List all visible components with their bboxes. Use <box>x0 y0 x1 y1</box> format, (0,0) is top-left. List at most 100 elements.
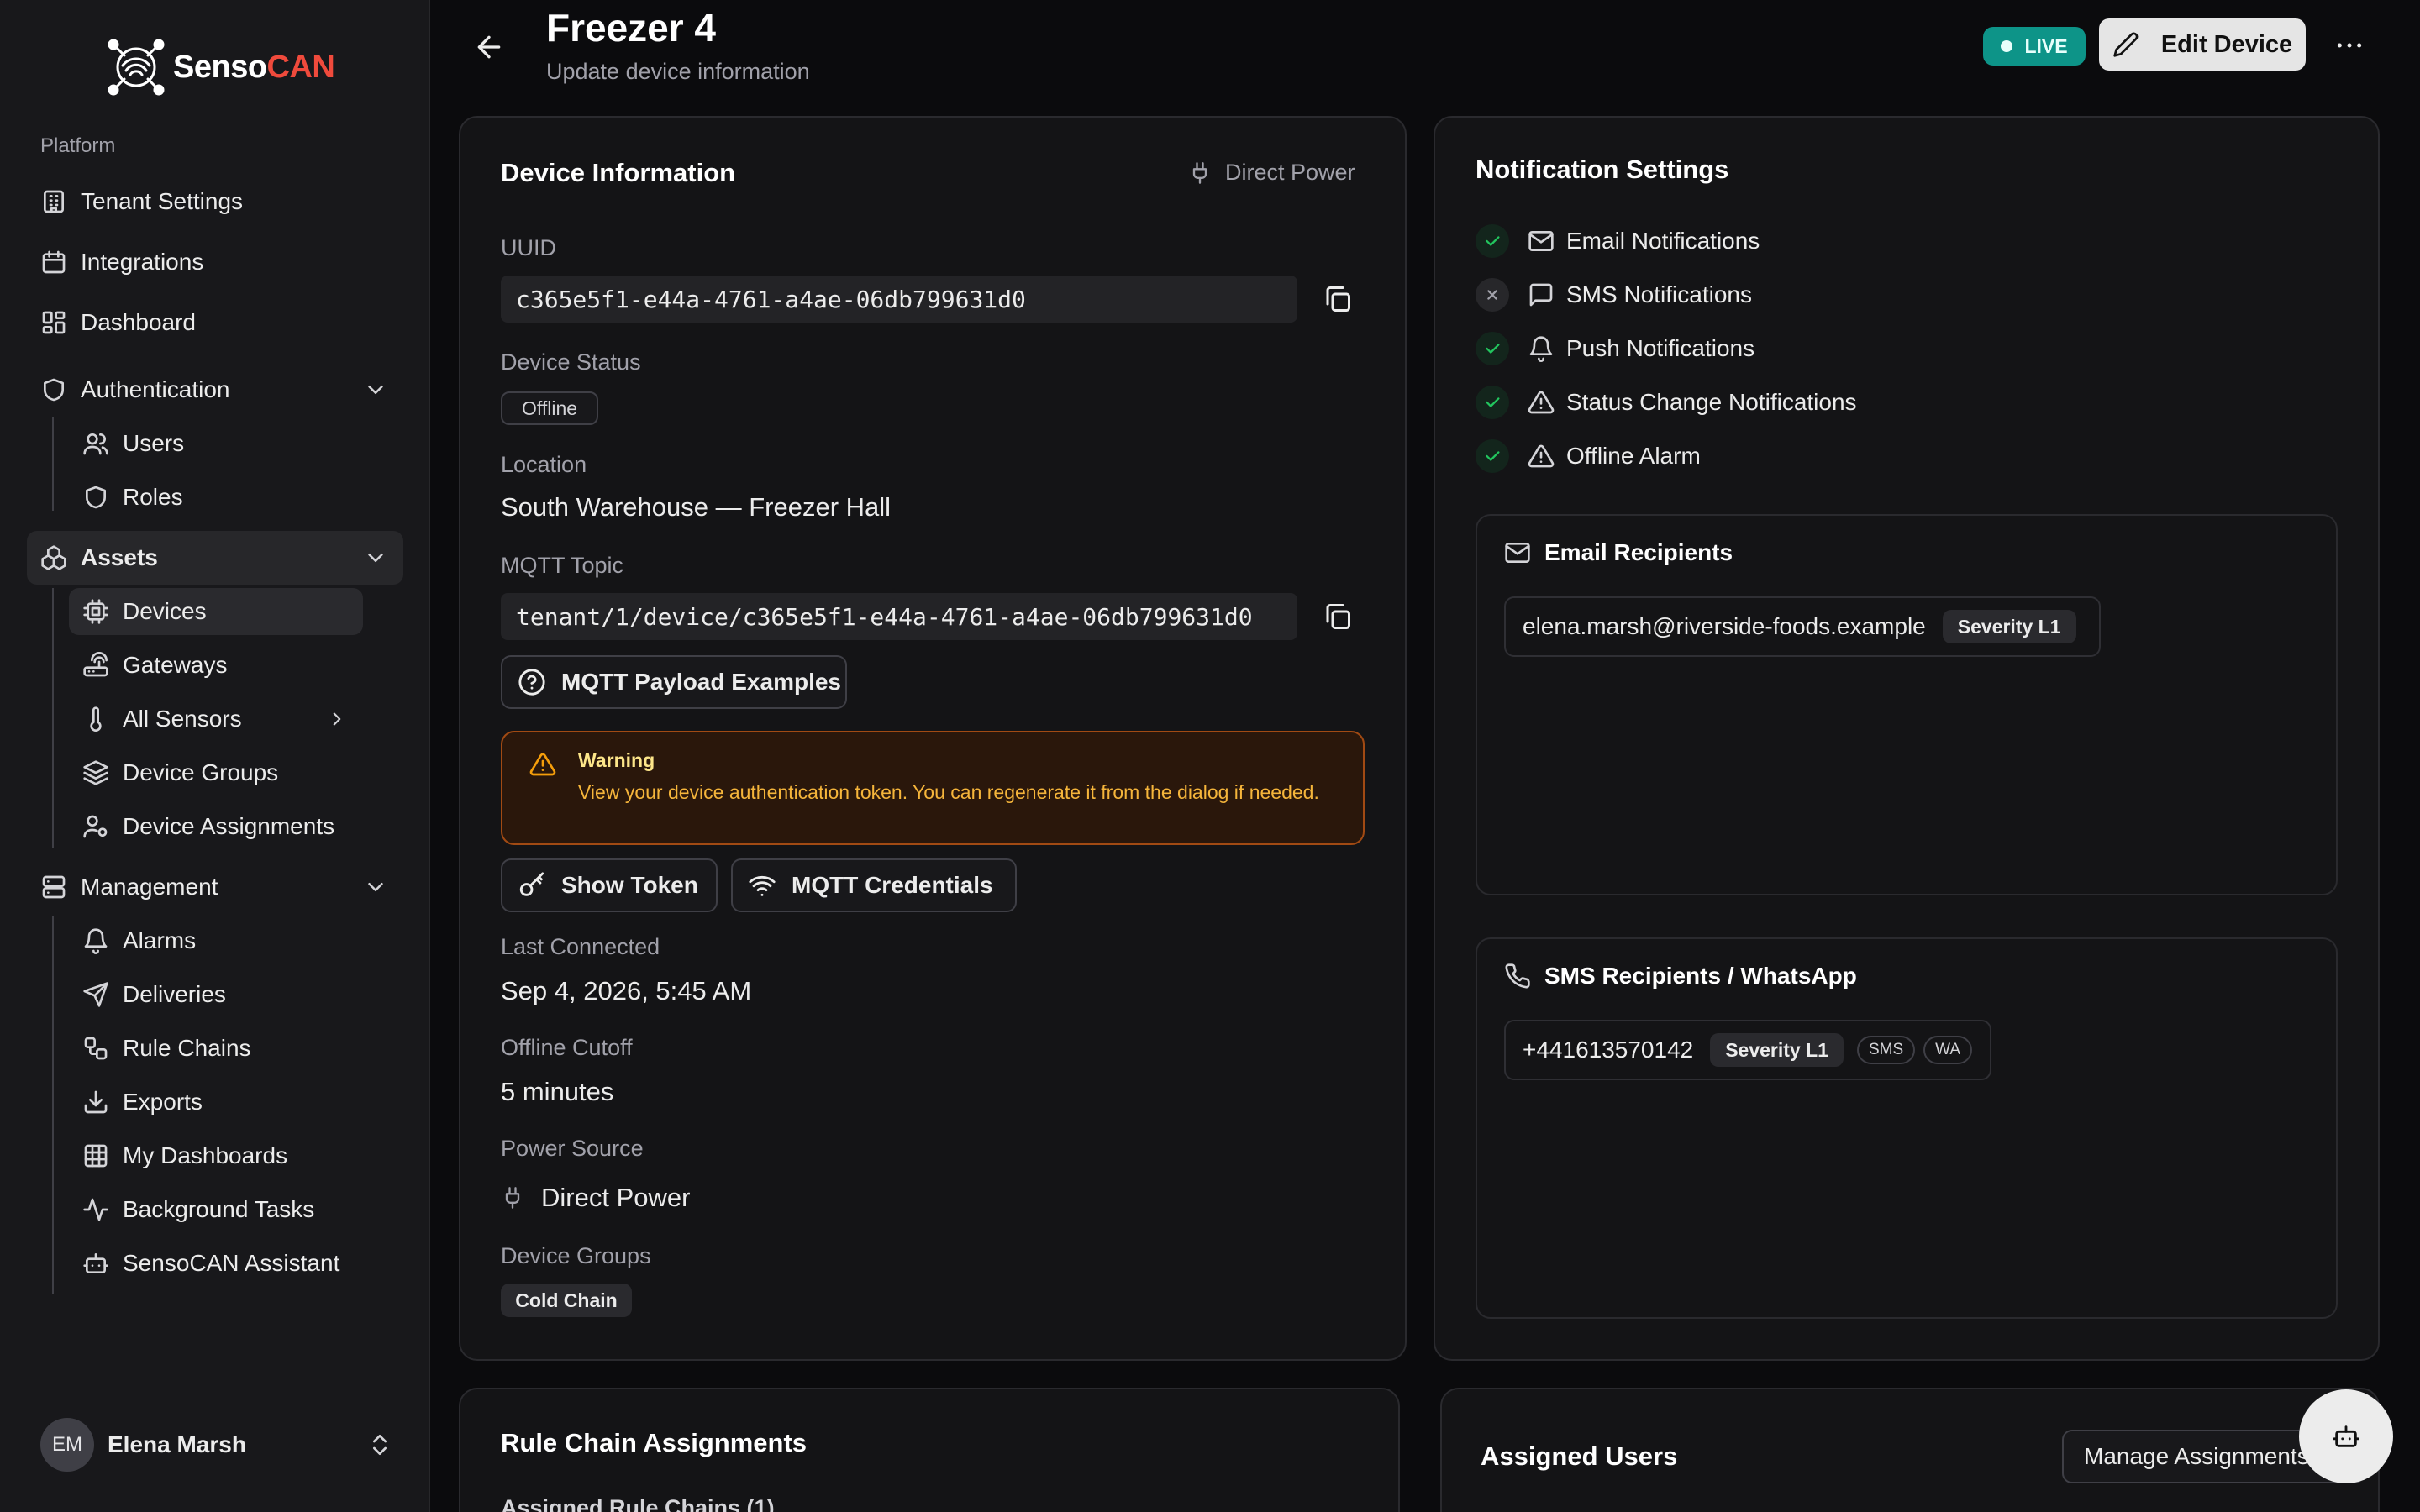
sidebar-item-users[interactable]: Users <box>69 420 363 467</box>
sidebar-item-background-tasks[interactable]: Background Tasks <box>69 1186 363 1233</box>
avatar: EM <box>40 1418 94 1472</box>
sidebar-item-assets[interactable]: Assets <box>27 531 403 585</box>
severity-badge: Severity L1 <box>1942 610 2076 643</box>
email-recipient-chip[interactable]: elena.marsh@riverside-foods.example Seve… <box>1504 596 2101 657</box>
user-menu[interactable]: EM Elena Marsh <box>40 1418 393 1472</box>
notification-settings-title: Notification Settings <box>1476 155 1729 184</box>
download-icon <box>82 1089 109 1116</box>
live-status-badge: LIVE <box>1983 27 2086 66</box>
notification-status-change[interactable]: Status Change Notifications <box>1476 383 1857 422</box>
tree-line <box>52 588 54 848</box>
sms-recipients-header: SMS Recipients / WhatsApp <box>1504 963 1857 990</box>
sidebar-item-label: Rule Chains <box>123 1035 251 1061</box>
copy-mqtt-topic-icon[interactable] <box>1323 601 1353 632</box>
show-token-label: Show Token <box>561 872 698 898</box>
notification-sms[interactable]: SMS Notifications <box>1476 276 1752 314</box>
mqtt-credentials-button[interactable]: MQTT Credentials <box>731 858 1017 912</box>
tree-line <box>52 417 54 511</box>
sidebar-item-all-sensors[interactable]: All Sensors <box>69 696 363 743</box>
sidebar-item-authentication[interactable]: Authentication <box>27 366 403 413</box>
notification-offline-alarm[interactable]: Offline Alarm <box>1476 437 1701 475</box>
mail-icon <box>1504 539 1531 566</box>
sidebar-item-exports[interactable]: Exports <box>69 1079 363 1126</box>
device-status-badge: Offline <box>501 391 598 425</box>
sidebar-item-my-dashboards[interactable]: My Dashboards <box>69 1132 363 1179</box>
sidebar-item-tenant-settings[interactable]: Tenant Settings <box>27 178 403 225</box>
mqtt-payload-examples-button[interactable]: MQTT Payload Examples <box>501 655 847 709</box>
sidebar: SensoCAN Platform Tenant Settings Integr… <box>0 0 430 1512</box>
sidebar-item-device-assignments[interactable]: Device Assignments <box>69 803 363 850</box>
sidebar-item-label: Dashboard <box>81 309 196 335</box>
cpu-icon <box>82 598 109 625</box>
device-group-badge: Cold Chain <box>501 1284 632 1317</box>
notification-label: SMS Notifications <box>1566 281 1752 307</box>
chevron-right-icon <box>326 708 348 730</box>
sensocan-logo-icon <box>101 32 171 102</box>
user-cog-icon <box>82 813 109 840</box>
sidebar-item-management[interactable]: Management <box>27 864 403 911</box>
last-connected-label: Last Connected <box>501 934 660 959</box>
check-icon <box>1476 439 1509 473</box>
phone-icon <box>1504 963 1531 990</box>
grid-icon <box>82 1142 109 1169</box>
tree-line <box>52 916 54 1294</box>
copy-uuid-icon[interactable] <box>1323 284 1353 314</box>
bot-icon <box>82 1250 109 1277</box>
activity-icon <box>82 1196 109 1223</box>
section-label-platform: Platform <box>40 134 116 157</box>
message-square-icon <box>1528 281 1555 308</box>
alert-triangle-icon <box>1528 443 1555 470</box>
warning-title: Warning <box>578 749 655 771</box>
mqtt-topic-field[interactable]: tenant/1/device/c365e5f1-e44a-4761-a4ae-… <box>501 593 1297 640</box>
help-circle-icon <box>518 668 546 696</box>
building-icon <box>40 188 67 215</box>
notification-email[interactable]: Email Notifications <box>1476 222 1760 260</box>
sidebar-item-integrations[interactable]: Integrations <box>27 239 403 286</box>
more-options-icon[interactable] <box>2333 29 2366 62</box>
show-token-button[interactable]: Show Token <box>501 858 718 912</box>
recipient-phone: +441613570142 <box>1523 1037 1694 1063</box>
power-type-badge: Direct Power <box>1188 160 1355 186</box>
sidebar-item-label: Devices <box>123 598 207 624</box>
mqtt-payload-examples-label: MQTT Payload Examples <box>561 669 841 695</box>
uuid-label: UUID <box>501 235 556 260</box>
x-icon <box>1476 278 1509 312</box>
sidebar-item-label: Integrations <box>81 249 204 275</box>
sidebar-item-alarms[interactable]: Alarms <box>69 917 363 964</box>
page-subtitle: Update device information <box>546 59 810 84</box>
sidebar-item-dashboard[interactable]: Dashboard <box>27 299 403 346</box>
user-name: Elena Marsh <box>108 1431 246 1457</box>
alert-triangle-icon <box>529 751 556 778</box>
sidebar-item-device-groups[interactable]: Device Groups <box>69 749 363 796</box>
sms-recipients-card: SMS Recipients / WhatsApp +441613570142 … <box>1476 937 2338 1319</box>
assistant-fab-button[interactable] <box>2299 1389 2393 1483</box>
assigned-rule-chains-label: Assigned Rule Chains (1) <box>501 1495 775 1512</box>
sidebar-item-label: Assets <box>81 544 158 570</box>
back-arrow-icon[interactable] <box>472 30 506 64</box>
send-icon <box>82 981 109 1008</box>
chevron-down-icon <box>363 545 388 570</box>
sidebar-item-deliveries[interactable]: Deliveries <box>69 971 363 1018</box>
boxes-icon <box>40 544 67 571</box>
power-source-text: Direct Power <box>541 1183 691 1212</box>
device-status-label: Device Status <box>501 349 641 375</box>
sidebar-item-label: Management <box>81 874 218 900</box>
sidebar-item-gateways[interactable]: Gateways <box>69 642 363 689</box>
sidebar-item-rule-chains[interactable]: Rule Chains <box>69 1025 363 1072</box>
sidebar-item-devices[interactable]: Devices <box>69 588 363 635</box>
sidebar-item-label: Deliveries <box>123 981 226 1007</box>
uuid-field[interactable]: c365e5f1-e44a-4761-a4ae-06db799631d0 <box>501 276 1297 323</box>
sidebar-item-roles[interactable]: Roles <box>69 474 363 521</box>
edit-device-button[interactable]: Edit Device <box>2099 18 2306 71</box>
notification-push[interactable]: Push Notifications <box>1476 329 1754 368</box>
last-connected-value: Sep 4, 2026, 5:45 AM <box>501 976 752 1005</box>
edit-device-label: Edit Device <box>2160 30 2293 58</box>
notification-label: Status Change Notifications <box>1566 389 1857 415</box>
brand-logo[interactable]: SensoCAN <box>101 32 335 102</box>
offline-cutoff-value: 5 minutes <box>501 1077 614 1106</box>
sidebar-item-label: SensoCAN Assistant <box>123 1250 340 1276</box>
plug-icon <box>501 1186 524 1210</box>
sidebar-item-sensocan-assistant[interactable]: SensoCAN Assistant <box>69 1240 363 1287</box>
sms-recipient-chip[interactable]: +441613570142 Severity L1 SMS WA <box>1504 1020 1991 1080</box>
device-information-title: Device Information <box>501 158 736 187</box>
